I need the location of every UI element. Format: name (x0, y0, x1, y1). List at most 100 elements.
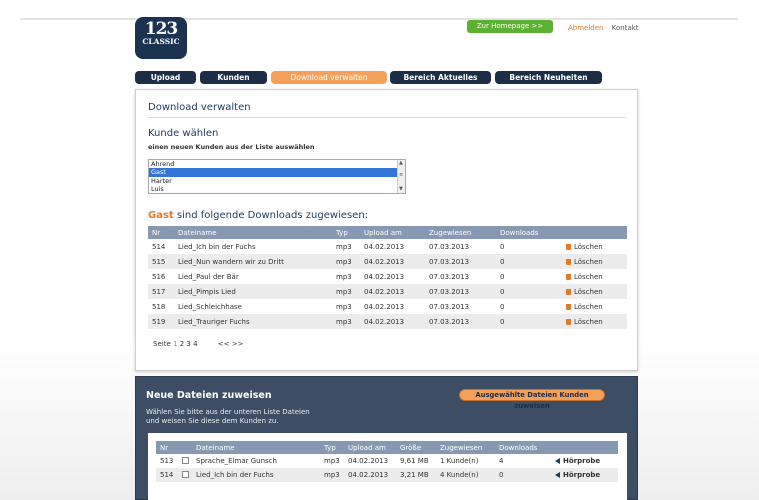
tab-kunden[interactable]: Kunden (200, 71, 267, 84)
cell-nr: 514 (148, 239, 174, 254)
delete-button[interactable]: Löschen (562, 284, 627, 299)
cell-zugewiesen: 07.03.2013 (425, 239, 496, 254)
files-table-container: Nr Dateiname Typ Upload am Größe Zugewie… (148, 433, 627, 500)
col-dateiname: Dateiname (192, 441, 320, 454)
customer-option-selected[interactable]: Gast (149, 168, 397, 177)
delete-button[interactable]: Löschen (562, 254, 627, 269)
delete-button[interactable]: Löschen (562, 314, 627, 329)
files-table: Nr Dateiname Typ Upload am Größe Zugewie… (156, 441, 618, 482)
cell-typ: mp3 (332, 254, 360, 269)
trash-icon (566, 318, 571, 325)
col-action (562, 226, 627, 239)
cell-downloads: 0 (496, 239, 562, 254)
cell-upload: 04.02.2013 (344, 468, 396, 482)
logout-link[interactable]: Abmelden (568, 24, 604, 32)
speaker-icon (555, 458, 560, 464)
preview-button[interactable]: Hörprobe (551, 468, 618, 482)
cell-nr: 516 (148, 269, 174, 284)
downloads-heading: Gast sind folgende Downloads zugewiesen: (148, 210, 368, 221)
cell-nr: 513 (156, 454, 178, 468)
tab-download-verwalten[interactable]: Download verwalten (271, 71, 387, 84)
tab-bereich-neuheiten[interactable]: Bereich Neuheiten (495, 71, 602, 84)
pager-prev-link[interactable]: << (218, 340, 230, 348)
cell-typ: mp3 (332, 269, 360, 284)
customer-subheading: einen neuen Kunden aus der Liste auswähl… (148, 143, 315, 151)
col-select (178, 441, 192, 454)
assign-section-description: Wählen Sie bitte aus der unteren Liste D… (146, 408, 346, 426)
cell-upload: 04.02.2013 (360, 269, 425, 284)
trash-icon (566, 273, 571, 280)
title-divider (148, 117, 626, 118)
cell-zugewiesen: 07.03.2013 (425, 299, 496, 314)
cell-upload: 04.02.2013 (360, 239, 425, 254)
scroll-thumb-icon[interactable]: ≡ (399, 172, 403, 178)
tab-bereich-aktuelles[interactable]: Bereich Aktuelles (390, 71, 491, 84)
delete-button[interactable]: Löschen (562, 299, 627, 314)
assign-description-line: Wählen Sie bitte aus der unteren Liste D… (146, 408, 310, 416)
cell-upload: 04.02.2013 (344, 454, 396, 468)
cell-downloads: 0 (496, 299, 562, 314)
preview-button[interactable]: Hörprobe (551, 454, 618, 468)
listbox-scrollbar[interactable]: ▲ ≡ ▼ (397, 160, 405, 193)
page-title: Download verwalten (148, 102, 251, 113)
scroll-up-icon[interactable]: ▲ (399, 160, 403, 166)
table-row: 516 Lied_Paul der Bär mp3 04.02.2013 07.… (148, 269, 627, 284)
tab-upload[interactable]: Upload (135, 71, 196, 84)
cell-upload: 04.02.2013 (360, 284, 425, 299)
pager-next-link[interactable]: >> (232, 340, 244, 348)
col-upload: Upload am (344, 441, 396, 454)
cell-name: Lied_Schleichhase (174, 299, 332, 314)
downloads-table: Nr Dateiname Typ Upload am Zugewiesen Do… (148, 226, 627, 329)
cell-downloads: 0 (496, 269, 562, 284)
col-typ: Typ (320, 441, 344, 454)
cell-typ: mp3 (332, 299, 360, 314)
delete-button[interactable]: Löschen (562, 239, 627, 254)
assign-description-line: und weisen Sie diese dem Kunden zu. (146, 417, 279, 425)
cell-nr: 519 (148, 314, 174, 329)
assign-selected-files-button[interactable]: Ausgewählte Dateien Kunden zuweisen (459, 389, 605, 410)
cell-zugewiesen: 1 Kunde(n) (436, 454, 495, 468)
cell-downloads: 0 (496, 284, 562, 299)
delete-button[interactable]: Löschen (562, 269, 627, 284)
customer-listbox[interactable]: Ahrend Gast Harter Luis ▲ ≡ ▼ (148, 159, 406, 194)
cell-name: Sprache_Elmar Gunsch (192, 454, 320, 468)
pager-page-link[interactable]: 4 (193, 340, 197, 348)
col-typ: Typ (332, 226, 360, 239)
cell-zugewiesen: 07.03.2013 (425, 269, 496, 284)
cell-nr: 514 (156, 468, 178, 482)
cell-nr: 515 (148, 254, 174, 269)
delete-label: Löschen (574, 287, 603, 296)
logo[interactable]: 123 CLASSIC (135, 17, 187, 59)
customer-option[interactable]: Ahrend (149, 160, 397, 168)
trash-icon (566, 243, 571, 250)
homepage-button[interactable]: Zur Homepage >> (467, 20, 553, 33)
cell-name: Lied_Pimpis Lied (174, 284, 332, 299)
col-downloads: Downloads (496, 226, 562, 239)
downloads-heading-customer: Gast (148, 210, 174, 221)
pagination: Seite 1 2 3 4 << >> (153, 340, 244, 348)
cell-zugewiesen: 07.03.2013 (425, 254, 496, 269)
table-row: 514 Lied_Ich bin der Fuchs mp3 04.02.201… (148, 239, 627, 254)
customer-option[interactable]: Luis (149, 185, 397, 193)
cell-downloads: 0 (495, 468, 551, 482)
pager-page-link[interactable]: 2 (180, 340, 184, 348)
contact-link[interactable]: Kontakt (612, 24, 639, 32)
pager-current-page[interactable]: 1 (173, 340, 177, 348)
table-row: 518 Lied_Schleichhase mp3 04.02.2013 07.… (148, 299, 627, 314)
col-nr: Nr (148, 226, 174, 239)
cell-downloads: 0 (496, 254, 562, 269)
customer-option[interactable]: Harter (149, 177, 397, 185)
cell-upload: 04.02.2013 (360, 314, 425, 329)
cell-name: Lied_Trauriger Fuchs (174, 314, 332, 329)
pager-page-link[interactable]: 3 (186, 340, 190, 348)
scroll-down-icon[interactable]: ▼ (399, 186, 403, 192)
file-checkbox[interactable] (182, 457, 189, 464)
col-action (551, 441, 618, 454)
cell-name: Lied_Ich bin der Fuchs (174, 239, 332, 254)
file-checkbox[interactable] (182, 471, 189, 478)
cell-zugewiesen: 07.03.2013 (425, 284, 496, 299)
trash-icon (566, 258, 571, 265)
col-dateiname: Dateiname (174, 226, 332, 239)
cell-zugewiesen: 07.03.2013 (425, 314, 496, 329)
delete-label: Löschen (574, 272, 603, 281)
